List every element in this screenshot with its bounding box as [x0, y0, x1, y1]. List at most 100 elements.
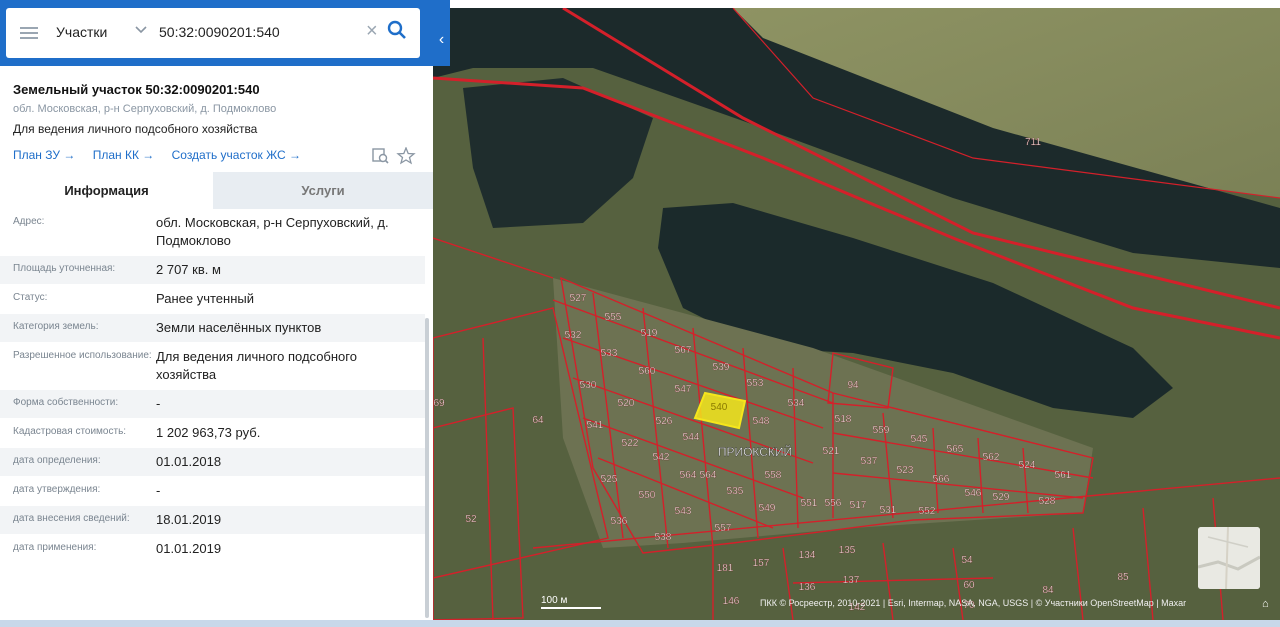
- parcel-number-564[interactable]: 564: [680, 470, 697, 481]
- parcel-number-551[interactable]: 551: [801, 498, 818, 509]
- parcel-number-523[interactable]: 523: [897, 465, 914, 476]
- parcel-number-531[interactable]: 531: [880, 505, 897, 516]
- parcel-number-547[interactable]: 547: [675, 384, 692, 395]
- clear-icon[interactable]: ×: [366, 20, 378, 43]
- parcel-number-520[interactable]: 520: [618, 398, 635, 409]
- info-value: Для ведения личного подсобного хозяйства: [156, 349, 357, 382]
- parcel-number-134[interactable]: 134: [799, 550, 816, 561]
- parcel-number-553[interactable]: 553: [747, 378, 764, 389]
- info-label: Кадастровая стоимость:: [13, 426, 127, 437]
- parcel-number-546[interactable]: 546: [965, 488, 982, 499]
- parcel-number-530[interactable]: 530: [580, 380, 597, 391]
- parcel-number-538[interactable]: 538: [655, 532, 672, 543]
- collapse-panel-button[interactable]: ‹: [433, 22, 450, 58]
- parcel-number-567[interactable]: 567: [675, 345, 692, 356]
- parcel-number-543[interactable]: 543: [675, 506, 692, 517]
- search-type-select[interactable]: Участки: [56, 24, 107, 40]
- parcel-number-552[interactable]: 552: [919, 506, 936, 517]
- parcel-number-135[interactable]: 135: [839, 545, 856, 556]
- parcel-number-69[interactable]: 69: [433, 398, 445, 409]
- parcel-number-560[interactable]: 560: [639, 366, 656, 377]
- parcel-number-711[interactable]: 711: [1025, 137, 1042, 148]
- plan-kk-link[interactable]: План КК →: [93, 148, 155, 162]
- scale-label: 100 м: [541, 595, 568, 606]
- parcel-number-136[interactable]: 136: [799, 582, 816, 593]
- parcel-number-60[interactable]: 60: [963, 580, 975, 591]
- parcel-number-54[interactable]: 54: [961, 555, 973, 566]
- parcel-number-146[interactable]: 146: [723, 596, 740, 607]
- parcel-number-517[interactable]: 517: [850, 500, 867, 511]
- parcel-number-522[interactable]: 522: [622, 438, 639, 449]
- info-value: 01.01.2019: [156, 541, 222, 556]
- parcel-number-181[interactable]: 181: [717, 563, 734, 574]
- parcel-number-548[interactable]: 548: [753, 416, 770, 427]
- parcel-number-534[interactable]: 534: [788, 398, 805, 409]
- parcel-number-565[interactable]: 565: [947, 444, 964, 455]
- parcel-number-94[interactable]: 94: [847, 380, 859, 391]
- info-label: Статус:: [13, 292, 48, 303]
- parcel-number-562[interactable]: 562: [983, 452, 1000, 463]
- tab-info[interactable]: Информация: [0, 172, 213, 211]
- parcel-number-518[interactable]: 518: [835, 414, 852, 425]
- parcel-number-536[interactable]: 536: [611, 516, 628, 527]
- map-view[interactable]: 711 527 555 519 567 539 553 532 533 560 547 540 534 5…: [433, 8, 1280, 620]
- parcel-number-52[interactable]: 52: [465, 514, 477, 525]
- parcel-number-64[interactable]: 64: [532, 415, 544, 426]
- tab-services[interactable]: Услуги: [213, 172, 433, 209]
- parcel-number-137[interactable]: 137: [843, 575, 860, 586]
- parcel-number-550[interactable]: 550: [639, 490, 656, 501]
- parcel-number-85[interactable]: 85: [1117, 572, 1129, 583]
- parcel-number-557[interactable]: 557: [715, 523, 732, 534]
- parcel-number-545[interactable]: 545: [911, 434, 928, 445]
- parcel-number-525[interactable]: 525: [601, 474, 618, 485]
- info-value: -: [156, 483, 161, 498]
- plan-zu-link[interactable]: План ЗУ →: [13, 148, 75, 162]
- parcel-number-555[interactable]: 555: [605, 312, 622, 323]
- star-icon[interactable]: [396, 146, 416, 165]
- parcel-number-542[interactable]: 542: [653, 452, 670, 463]
- parcel-number-527[interactable]: 527: [570, 293, 587, 304]
- scale-bar: [541, 607, 601, 609]
- parcel-number-564[interactable]: 564: [700, 470, 717, 481]
- parcel-number-539[interactable]: 539: [713, 362, 730, 373]
- info-row: дата применения: 01.01.2019: [0, 535, 425, 564]
- parcel-number-528[interactable]: 528: [1039, 496, 1056, 507]
- sidebar-scrollbar[interactable]: [425, 318, 429, 618]
- parcel-number-541[interactable]: 541: [587, 420, 604, 431]
- parcel-number-521[interactable]: 521: [823, 446, 840, 457]
- parcel-address: обл. Московская, р-н Серпуховский, д. По…: [13, 103, 277, 115]
- parcel-number-540[interactable]: 540: [711, 402, 728, 413]
- parcel-number-549[interactable]: 549: [759, 503, 776, 514]
- parcel-number-84[interactable]: 84: [1042, 585, 1054, 596]
- info-value: обл. Московская, р-н Серпуховский, д. По…: [156, 215, 389, 248]
- info-value: Ранее учтенный: [156, 291, 254, 306]
- parcel-number-535[interactable]: 535: [727, 486, 744, 497]
- parcel-number-561[interactable]: 561: [1055, 470, 1072, 481]
- info-value: 01.01.2018: [156, 454, 222, 469]
- search-doc-icon[interactable]: [372, 148, 389, 164]
- parcel-number-559[interactable]: 559: [873, 425, 890, 436]
- parcel-number-532[interactable]: 532: [565, 330, 582, 341]
- parcel-links: План ЗУ → План КК → Создать участок ЖС →: [13, 148, 315, 162]
- parcel-number-519[interactable]: 519: [641, 328, 658, 339]
- map-canvas[interactable]: 711 527 555 519 567 539 553 532 533 560 547 540 534 5…: [433, 8, 1280, 620]
- search-icon[interactable]: [387, 20, 407, 45]
- menu-icon[interactable]: [20, 24, 38, 42]
- search-input[interactable]: 50:32:0090201:540: [159, 24, 280, 40]
- parcel-number-157[interactable]: 157: [753, 558, 770, 569]
- info-label: Площадь уточненная:: [13, 263, 116, 274]
- parcel-number-544[interactable]: 544: [683, 432, 700, 443]
- parcel-number-558[interactable]: 558: [765, 470, 782, 481]
- parcel-number-566[interactable]: 566: [933, 474, 950, 485]
- info-label: Разрешенное использование:: [13, 350, 152, 361]
- parcel-number-526[interactable]: 526: [656, 416, 673, 427]
- parcel-number-533[interactable]: 533: [601, 348, 618, 359]
- parcel-number-556[interactable]: 556: [825, 498, 842, 509]
- parcel-number-529[interactable]: 529: [993, 492, 1010, 503]
- minimap-thumbnail[interactable]: [1198, 527, 1260, 589]
- parcel-number-524[interactable]: 524: [1019, 460, 1036, 471]
- home-icon[interactable]: ⌂: [1262, 598, 1269, 610]
- chevron-down-icon[interactable]: [134, 22, 150, 38]
- parcel-number-537[interactable]: 537: [861, 456, 878, 467]
- create-parcel-link[interactable]: Создать участок ЖС →: [172, 148, 301, 162]
